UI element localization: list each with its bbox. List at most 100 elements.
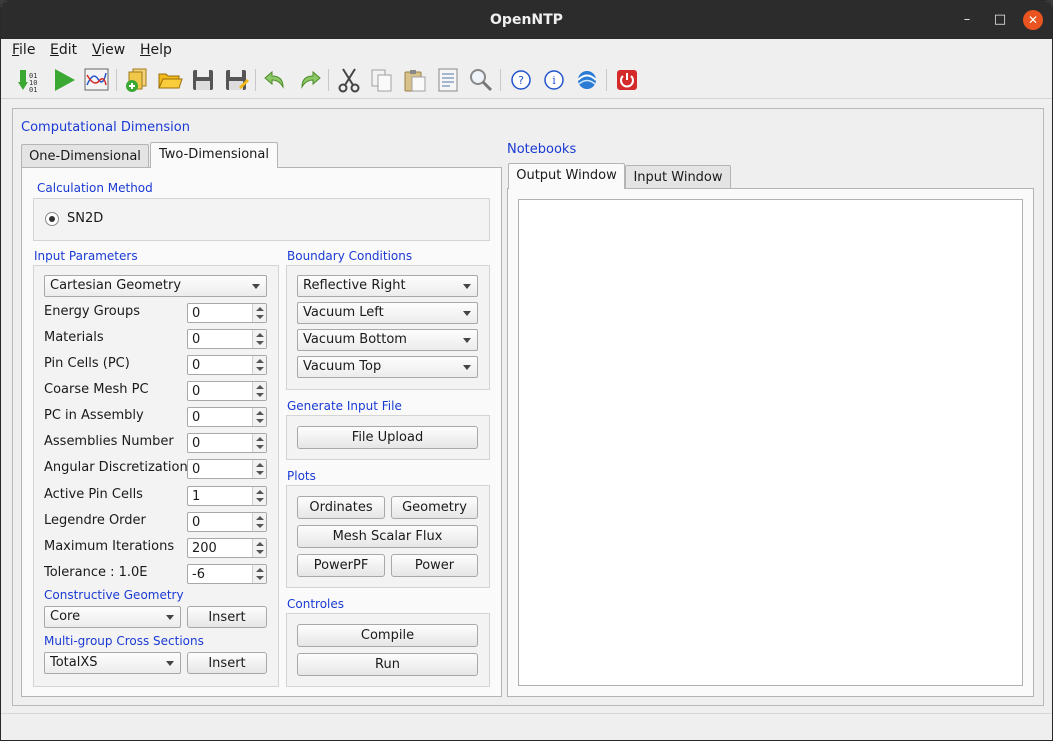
- assemblies-number-input[interactable]: [188, 434, 252, 452]
- power-button[interactable]: Power: [391, 554, 478, 577]
- compile-button[interactable]: Compile: [297, 624, 478, 647]
- search-icon[interactable]: [468, 67, 494, 93]
- maximum-iterations-input[interactable]: [188, 539, 252, 557]
- spin-down-icon[interactable]: [256, 393, 264, 397]
- menu-help[interactable]: Help: [140, 42, 172, 58]
- save-icon[interactable]: [190, 67, 216, 93]
- energy-groups-input[interactable]: [188, 304, 252, 322]
- angular-discretization-spinbox[interactable]: [187, 459, 267, 479]
- energy-groups-spinbox[interactable]: [187, 303, 267, 323]
- spin-buttons[interactable]: [252, 513, 266, 531]
- coarse-mesh-spinbox[interactable]: [187, 381, 267, 401]
- tab-input-window[interactable]: Input Window: [625, 165, 731, 189]
- insert-geometry-button[interactable]: Insert: [187, 606, 267, 628]
- pin-cells-input[interactable]: [188, 356, 252, 374]
- cross-sections-select[interactable]: TotalXS: [44, 652, 181, 674]
- legendre-order-input[interactable]: [188, 513, 252, 531]
- spin-up-icon[interactable]: [256, 568, 264, 572]
- import-binary-icon[interactable]: 01 10 01: [18, 67, 44, 94]
- menu-file[interactable]: File: [12, 42, 35, 58]
- tab-two-dimensional[interactable]: Two-Dimensional: [150, 142, 278, 168]
- ordinates-button[interactable]: Ordinates: [297, 496, 385, 519]
- spin-down-icon[interactable]: [256, 576, 264, 580]
- boundary-right-select[interactable]: Reflective Right: [297, 275, 478, 297]
- assemblies-number-spinbox[interactable]: [187, 433, 267, 453]
- tolerance-spinbox[interactable]: [187, 564, 267, 584]
- active-pin-cells-input[interactable]: [188, 487, 252, 505]
- spin-down-icon[interactable]: [256, 524, 264, 528]
- active-pin-cells-spinbox[interactable]: [187, 486, 267, 506]
- maximize-button[interactable]: □: [990, 10, 1010, 30]
- run-icon[interactable]: [51, 67, 77, 93]
- spin-buttons[interactable]: [252, 356, 266, 374]
- spin-buttons[interactable]: [252, 487, 266, 505]
- spin-down-icon[interactable]: [256, 550, 264, 554]
- spin-up-icon[interactable]: [256, 333, 264, 337]
- spin-buttons[interactable]: [252, 460, 266, 478]
- geometry-button[interactable]: Geometry: [391, 496, 478, 519]
- spin-down-icon[interactable]: [256, 419, 264, 423]
- spin-buttons[interactable]: [252, 434, 266, 452]
- boundary-left-select[interactable]: Vacuum Left: [297, 302, 478, 324]
- spin-down-icon[interactable]: [256, 445, 264, 449]
- boundary-top-select[interactable]: Vacuum Top: [297, 356, 478, 378]
- spin-buttons[interactable]: [252, 382, 266, 400]
- spin-buttons[interactable]: [252, 330, 266, 348]
- spin-up-icon[interactable]: [256, 463, 264, 467]
- pin-cells-spinbox[interactable]: [187, 355, 267, 375]
- powerpf-button[interactable]: PowerPF: [297, 554, 385, 577]
- menu-edit[interactable]: Edit: [50, 42, 77, 58]
- save-as-icon[interactable]: [223, 67, 249, 93]
- paste-icon[interactable]: [402, 67, 428, 93]
- spin-up-icon[interactable]: [256, 359, 264, 363]
- cut-icon[interactable]: [336, 67, 362, 93]
- redo-icon[interactable]: [296, 67, 322, 93]
- spin-buttons[interactable]: [252, 539, 266, 557]
- spin-down-icon[interactable]: [256, 471, 264, 475]
- tolerance-input[interactable]: [188, 565, 252, 583]
- mesh-scalar-flux-button[interactable]: Mesh Scalar Flux: [297, 525, 478, 548]
- info-icon[interactable]: i: [541, 67, 567, 93]
- document-icon[interactable]: [435, 67, 461, 93]
- legendre-order-spinbox[interactable]: [187, 512, 267, 532]
- spin-down-icon[interactable]: [256, 341, 264, 345]
- spin-buttons[interactable]: [252, 304, 266, 322]
- spin-down-icon[interactable]: [256, 315, 264, 319]
- spin-up-icon[interactable]: [256, 307, 264, 311]
- spin-up-icon[interactable]: [256, 411, 264, 415]
- close-button[interactable]: ✕: [1023, 10, 1043, 30]
- pc-in-assembly-input[interactable]: [188, 408, 252, 426]
- plot-icon[interactable]: [84, 67, 110, 93]
- materials-input[interactable]: [188, 330, 252, 348]
- spin-up-icon[interactable]: [256, 542, 264, 546]
- copy-icon[interactable]: [369, 67, 395, 93]
- maximum-iterations-spinbox[interactable]: [187, 538, 267, 558]
- spin-up-icon[interactable]: [256, 437, 264, 441]
- power-icon[interactable]: [614, 67, 640, 93]
- minimize-button[interactable]: –: [957, 10, 977, 30]
- spin-up-icon[interactable]: [256, 385, 264, 389]
- menu-view[interactable]: View: [92, 42, 125, 58]
- open-folder-icon[interactable]: [157, 67, 183, 93]
- output-text-area[interactable]: [518, 199, 1023, 686]
- tab-one-dimensional[interactable]: One-Dimensional: [21, 144, 149, 168]
- sn2d-radio[interactable]: [45, 212, 59, 226]
- spin-buttons[interactable]: [252, 408, 266, 426]
- spin-buttons[interactable]: [252, 565, 266, 583]
- run-button[interactable]: Run: [297, 653, 478, 676]
- pc-in-assembly-spinbox[interactable]: [187, 407, 267, 427]
- spin-up-icon[interactable]: [256, 516, 264, 520]
- spin-down-icon[interactable]: [256, 367, 264, 371]
- file-upload-button[interactable]: File Upload: [297, 426, 478, 449]
- web-icon[interactable]: [574, 67, 600, 93]
- constructive-geometry-select[interactable]: Core: [44, 606, 181, 628]
- spin-down-icon[interactable]: [256, 498, 264, 502]
- insert-cross-section-button[interactable]: Insert: [187, 652, 267, 674]
- geometry-select[interactable]: Cartesian Geometry: [44, 275, 267, 297]
- coarse-mesh-input[interactable]: [188, 382, 252, 400]
- add-files-icon[interactable]: [124, 67, 150, 93]
- boundary-bottom-select[interactable]: Vacuum Bottom: [297, 329, 478, 351]
- undo-icon[interactable]: [263, 67, 289, 93]
- help-icon[interactable]: ?: [508, 67, 534, 93]
- materials-spinbox[interactable]: [187, 329, 267, 349]
